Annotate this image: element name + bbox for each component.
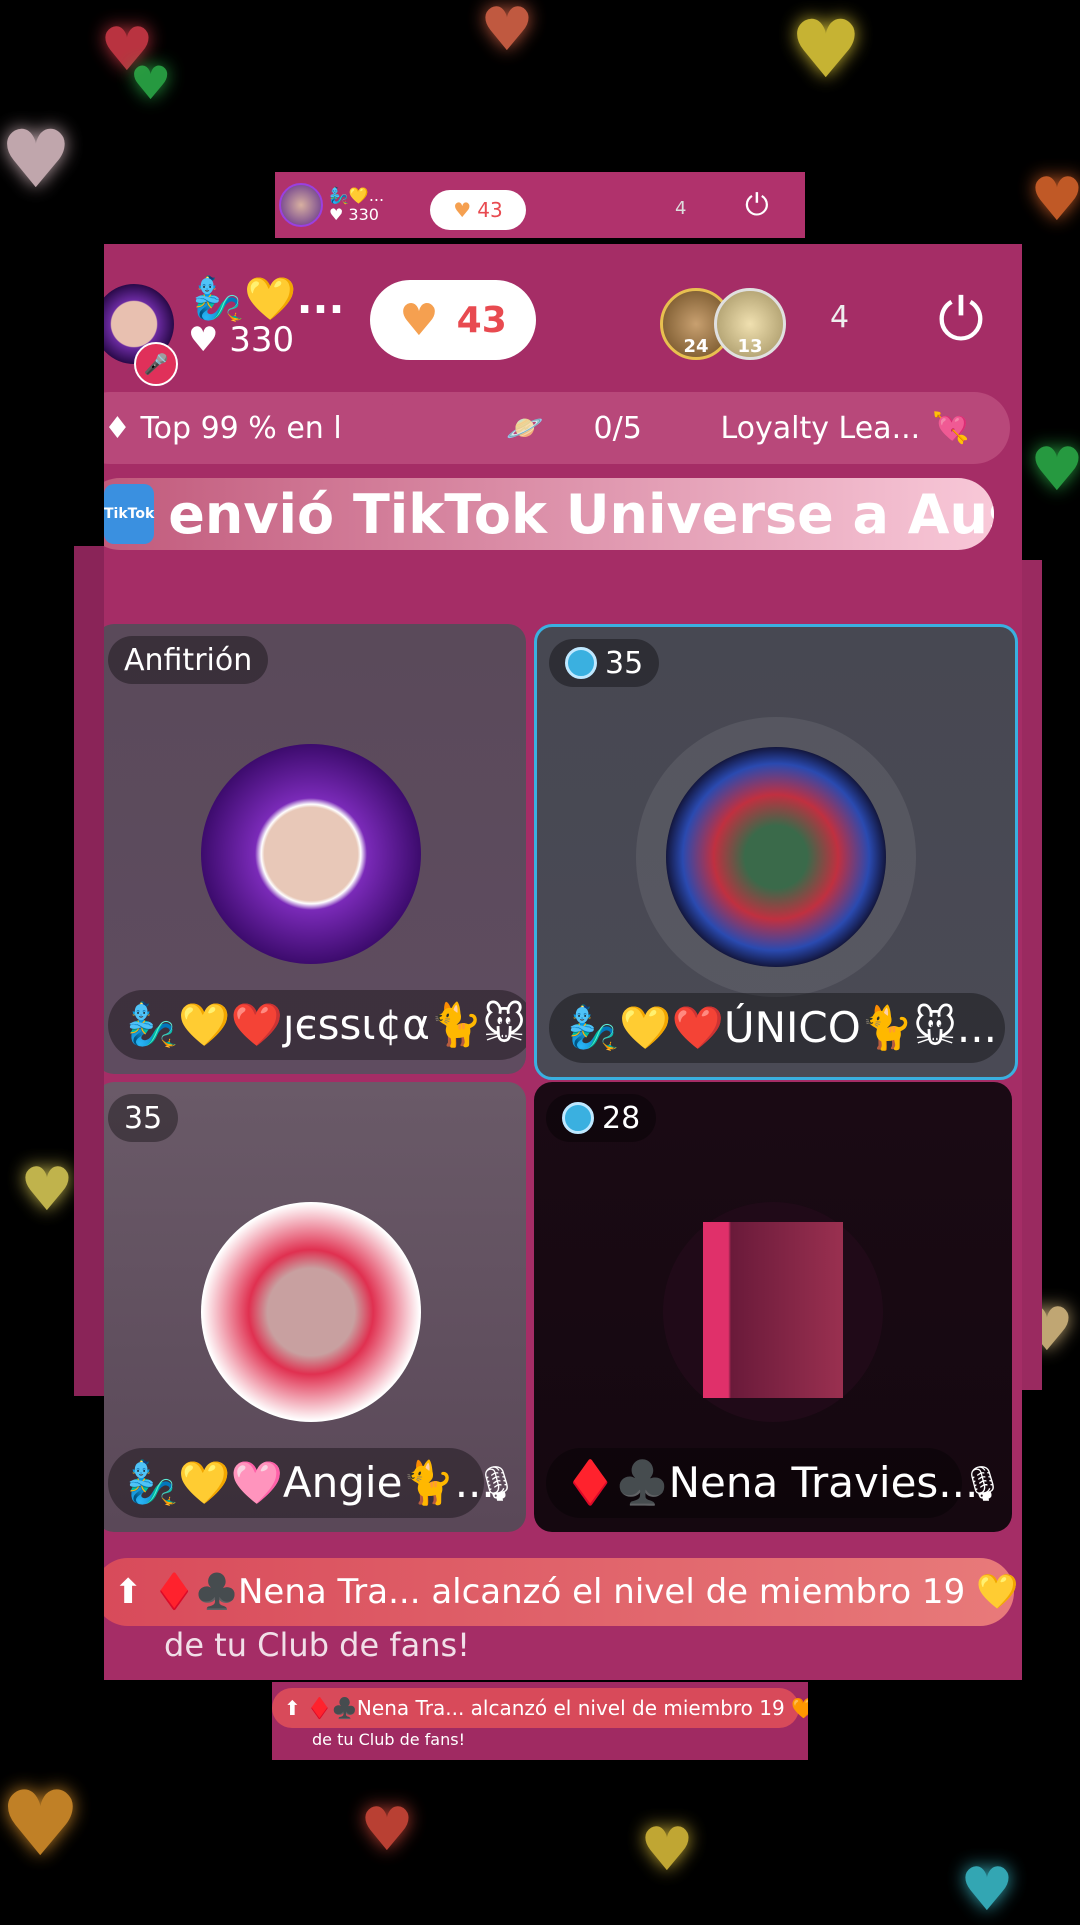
viewer-count: 4 [675, 198, 687, 219]
gift-banner: TikTok envió TikTok Universe a Aus [104, 478, 994, 550]
level-notification: ⬆ ♦️♣️Nena Tra... alcanzó el nivel de mi… [104, 1558, 1018, 1626]
guest-tile[interactable]: 35 🧞‍♂️💛🩷Angie🐈... 🎙 [104, 1082, 526, 1532]
level-tag-label: 35 [124, 1100, 163, 1136]
mini-header-strip: 🧞‍♂️💛... ♥ 330 ♥ 43 4 ⏻ [275, 172, 805, 238]
heart-icon: ♥ [20, 1155, 74, 1225]
arrow-up-icon: ⬆ [114, 1572, 154, 1612]
loyalty-chip[interactable]: Loyalty Lea... 💘 [680, 392, 1010, 464]
level-tag: 35 [108, 1094, 179, 1142]
guest-name: 🧞‍♂️💛❤️ȷєѕѕι¢α🐈🐭... [108, 990, 526, 1060]
heart-icon: ♥ [1030, 165, 1080, 235]
level-tag: 28 [546, 1094, 657, 1142]
guest-tile[interactable]: Anfitrión 🧞‍♂️💛❤️ȷєѕѕι¢α🐈🐭... [104, 624, 526, 1074]
guest-tile[interactable]: 35 🧞‍♂️💛❤️ÚNICO🐈🐭... [534, 624, 1018, 1080]
arrow-up-icon: ⬆ [284, 1696, 308, 1720]
likes-pill[interactable]: ♥ 43 [430, 190, 526, 230]
diamond-icon: ♦ [104, 410, 141, 446]
host-name[interactable]: 🧞‍♂️💛... [192, 274, 344, 324]
heart-icon: ♥ [480, 0, 534, 65]
host-tag-label: Anfitrión [124, 642, 253, 678]
host-tag: Anfitrión [108, 636, 269, 684]
side-strip [1022, 560, 1042, 1390]
heart-icon: ♥ [640, 1815, 694, 1885]
host-info: 🧞‍♂️💛... ♥ 330 [329, 186, 384, 224]
heart-icon: ♥ [0, 1772, 81, 1877]
guest-name-label: 🧞‍♂️💛🩷Angie🐈... [126, 1458, 495, 1507]
guest-avatar[interactable] [666, 747, 886, 967]
guest-name-label: 🧞‍♂️💛❤️ȷєѕѕι¢α🐈🐭... [126, 1000, 526, 1049]
planet-icon: 🪐 [506, 410, 544, 446]
info-row: ♦ Top 99 % en l 🪐 0/5 Loyalty Lea... 💘 [104, 392, 1022, 468]
guest-name: 🧞‍♂️💛🩷Angie🐈... [108, 1448, 495, 1518]
heart-icon: ♥ [960, 1855, 1014, 1925]
guest-avatar[interactable] [201, 1202, 421, 1422]
level-tag-label: 35 [605, 645, 644, 681]
heart-icon: ♥ [188, 320, 219, 360]
rank-text: Top 99 % en l [140, 410, 342, 446]
power-icon[interactable]: ⏻ [926, 284, 996, 354]
mini-footer-strip: ⬆ ♦️♣️Nena Tra... alcanzó el nivel de mi… [272, 1682, 808, 1760]
heart-icon: ♥ [453, 198, 472, 222]
likes-count: 43 [477, 198, 503, 222]
power-icon[interactable]: ⏻ [745, 188, 769, 223]
guest-name: 🧞‍♂️💛❤️ÚNICO🐈🐭... [549, 993, 1005, 1063]
level-tag-label: 28 [602, 1100, 641, 1136]
level-tag: 35 [549, 639, 660, 687]
heart-icon: ♥ [790, 3, 862, 96]
mic-off-icon: 🎙 [474, 1464, 518, 1504]
gem-icon [565, 647, 597, 679]
host-likes-count: 330 [229, 320, 295, 360]
mic-off-icon: 🎙 [960, 1464, 1004, 1504]
host-avatar[interactable]: 🎤 [104, 274, 178, 386]
viewer-badge: 13 [737, 336, 763, 357]
gem-icon [562, 1102, 594, 1134]
host-likes: ♥ 330 [188, 320, 294, 360]
level-notification-text: ♦️♣️Nena Tra... alcanzó el nivel de miem… [153, 1572, 1019, 1612]
top-viewers[interactable]: 24 13 [660, 288, 900, 360]
guest-tile[interactable]: 28 ♦️♣️Nena Travies... 🎙 [534, 1082, 1012, 1532]
guest-name: ♦️♣️Nena Travies... [546, 1448, 978, 1518]
guest-avatar[interactable] [201, 744, 421, 964]
level-notification-text: ♦️♣️Nena Tra... alcanzó el nivel de miem… [307, 1696, 808, 1720]
likes-pill[interactable]: ♥ 43 [370, 280, 536, 360]
mic-off-icon: 🎤 [134, 342, 178, 386]
room-header: 🎤 🧞‍♂️💛... ♥ 330 ♥ 43 24 13 4 ⏻ [104, 244, 1022, 386]
host-name: 🧞‍♂️💛... [329, 186, 385, 205]
level-notification: ⬆ ♦️♣️Nena Tra... alcanzó el nivel de mi… [272, 1688, 808, 1728]
guest-name-label: 🧞‍♂️💛❤️ÚNICO🐈🐭... [567, 1003, 997, 1052]
guest-avatar[interactable] [663, 1202, 883, 1422]
goal-progress: 0/5 [593, 410, 642, 446]
guest-name-label: ♦️♣️Nena Travies... [564, 1458, 979, 1507]
host-avatar[interactable] [279, 183, 323, 227]
side-strip [74, 546, 104, 1396]
heart-icon: ♥ [1030, 435, 1080, 505]
viewer-avatar[interactable]: 13 [714, 288, 786, 360]
level-notification-subtext: de tu Club de fans! [312, 1730, 465, 1749]
heart-icon: ♥ [399, 294, 439, 346]
hearts-icon: 💘 [932, 410, 970, 446]
loyalty-text: Loyalty Lea... [720, 410, 921, 446]
viewer-count[interactable]: 4 [830, 300, 849, 335]
likes-count: 43 [456, 299, 507, 341]
video-thumbnail [703, 1222, 843, 1398]
viewer-badge: 24 [683, 336, 709, 357]
heart-icon: ♥ [0, 113, 72, 206]
host-likes: ♥ 330 [329, 205, 379, 224]
heart-icon: ♥ [360, 1795, 414, 1865]
live-room-panel: 🎤 🧞‍♂️💛... ♥ 330 ♥ 43 24 13 4 ⏻ ♦ Top 99… [104, 244, 1022, 1680]
level-notification-subtext: de tu Club de fans! [164, 1626, 470, 1664]
heart-icon: ♥ [130, 56, 172, 110]
tiktok-logo-icon: TikTok [104, 484, 155, 544]
gift-banner-text: envió TikTok Universe a Aus [168, 482, 994, 546]
